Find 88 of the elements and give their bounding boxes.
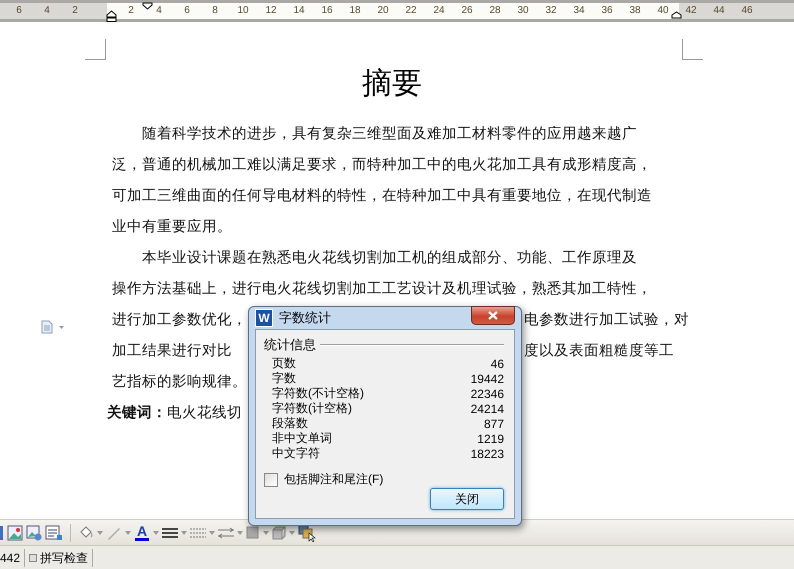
margin-corner-mark xyxy=(85,39,106,60)
document-options-icon[interactable] xyxy=(40,320,66,334)
dropdown-caret-icon[interactable] xyxy=(181,530,187,534)
close-dialog-button[interactable]: 关闭 xyxy=(430,488,504,510)
stat-value: 22346 xyxy=(470,386,504,400)
ruler-number: 26 xyxy=(461,5,473,16)
stat-value: 18223 xyxy=(470,446,504,460)
stat-label: 字符数(计空格) xyxy=(272,400,352,417)
paragraph-line: 业中有重要应用。 xyxy=(112,218,232,236)
checkbox-label: 包括脚注和尾注(F) xyxy=(284,471,384,488)
ruler-number: 4 xyxy=(156,5,162,16)
ruler-number: 40 xyxy=(657,5,669,16)
right-indent-icon[interactable] xyxy=(671,11,682,19)
margin-corner-mark xyxy=(682,39,703,60)
dropdown-caret-icon[interactable] xyxy=(209,530,215,534)
document-title: 摘要 xyxy=(361,65,423,103)
ruler-number: 4 xyxy=(44,5,50,16)
text-box-icon[interactable] xyxy=(45,524,63,540)
dropdown-caret-icon[interactable] xyxy=(237,530,243,534)
paragraph-line: 艺指标的影响规律。 xyxy=(112,373,247,391)
stat-value: 877 xyxy=(484,416,504,430)
stat-value: 1219 xyxy=(477,432,504,446)
ruler-number: 34 xyxy=(573,5,585,16)
close-button[interactable] xyxy=(471,306,515,324)
stat-label: 字数 xyxy=(272,370,296,386)
stat-value: 24214 xyxy=(470,402,504,416)
paragraph-line: 本毕业设计课题在熟悉电火花线切割加工机的组成部分、功能、工作原理及 xyxy=(142,248,637,267)
ruler-number: 8 xyxy=(212,5,218,16)
ruler-number: 2 xyxy=(128,5,134,16)
ruler-number: 38 xyxy=(629,5,641,16)
app-logo: W xyxy=(255,309,273,327)
arrow-style-icon[interactable] xyxy=(218,526,234,538)
picture-icon[interactable] xyxy=(7,524,23,540)
spell-check-indicator-icon xyxy=(29,554,38,562)
ruler-number: 24 xyxy=(433,5,445,16)
ruler-number: 36 xyxy=(601,5,613,16)
paragraph-line: 电参数进行加工试验，对 xyxy=(524,311,689,329)
paragraph-line: 可加工三维曲面的任何导电材料的特性，在特种加工中具有重要地位，在现代制造 xyxy=(112,186,652,205)
ruler-number: 2 xyxy=(72,5,78,16)
dropdown-caret-icon[interactable] xyxy=(153,530,159,534)
ruler-number: 30 xyxy=(517,5,529,16)
stat-value: 46 xyxy=(490,356,504,370)
ruler-number: 12 xyxy=(265,5,277,16)
spell-check-status[interactable]: 拼写检查 xyxy=(40,548,88,566)
stat-label: 非中文单词 xyxy=(272,430,332,446)
word-count-status: 442 xyxy=(0,548,26,566)
dropdown-caret-icon[interactable] xyxy=(263,530,269,534)
ruler-number: 20 xyxy=(377,5,389,16)
3d-style-icon[interactable] xyxy=(272,526,286,540)
stat-value: 19442 xyxy=(470,372,504,386)
ruler-number: 28 xyxy=(489,5,501,16)
arrange-icon[interactable] xyxy=(298,524,316,542)
ruler-number: 10 xyxy=(237,5,249,16)
line-style-icon[interactable] xyxy=(162,526,178,538)
paragraph-line: 操作方法基础上，进行电火花线切割加工工艺设计及机理试验，熟悉其加工特性， xyxy=(112,280,652,298)
toolbar-edge-icon[interactable] xyxy=(0,524,4,540)
footnote-checkbox[interactable] xyxy=(264,472,278,486)
shadow-style-icon[interactable] xyxy=(246,526,260,540)
paragraph-line: 度以及表面粗糙度等工 xyxy=(524,342,674,360)
ruler-number: 14 xyxy=(293,5,305,16)
keywords-line: 关键词：电火花线切 xyxy=(107,404,242,422)
stat-label: 段落数 xyxy=(272,415,308,432)
paragraph-line: 随着科学技术的进步，具有复杂三维型面及难加工材料零件的应用越来越广 xyxy=(142,124,637,143)
ruler-number: 18 xyxy=(349,5,361,16)
paragraph-line: 进行加工参数优化， xyxy=(112,311,247,329)
indent-marker-icon[interactable] xyxy=(106,10,117,22)
ruler-number: 22 xyxy=(405,5,417,16)
ruler-number: 32 xyxy=(545,5,557,16)
close-icon xyxy=(488,310,498,320)
dialog-title: 字数统计 xyxy=(279,309,332,327)
stat-label: 字符数(不计空格) xyxy=(272,385,364,402)
stat-label: 页数 xyxy=(272,355,296,372)
dash-style-icon[interactable] xyxy=(190,526,206,538)
first-line-indent-icon[interactable] xyxy=(142,2,153,10)
paragraph-line: 泛，普通的机械加工难以满足要求，而特种加工中的电火花加工具有成形精度高， xyxy=(112,156,652,174)
dropdown-caret-icon[interactable] xyxy=(289,530,295,534)
ruler-number: 6 xyxy=(184,5,190,16)
group-label: 统计信息 xyxy=(264,336,316,354)
ruler-number: 16 xyxy=(321,5,333,16)
ruler-number: 6 xyxy=(16,5,22,16)
dropdown-caret-icon[interactable] xyxy=(97,530,103,534)
ruler-number: 46 xyxy=(741,5,753,16)
ruler-number: 42 xyxy=(685,5,697,16)
dropdown-caret-icon[interactable] xyxy=(125,530,131,534)
ruler-number: 44 xyxy=(713,5,725,16)
picture-icon[interactable] xyxy=(26,524,42,540)
paragraph-line: 加工结果进行对比 xyxy=(112,342,232,360)
stat-label: 中文字符 xyxy=(272,445,320,462)
